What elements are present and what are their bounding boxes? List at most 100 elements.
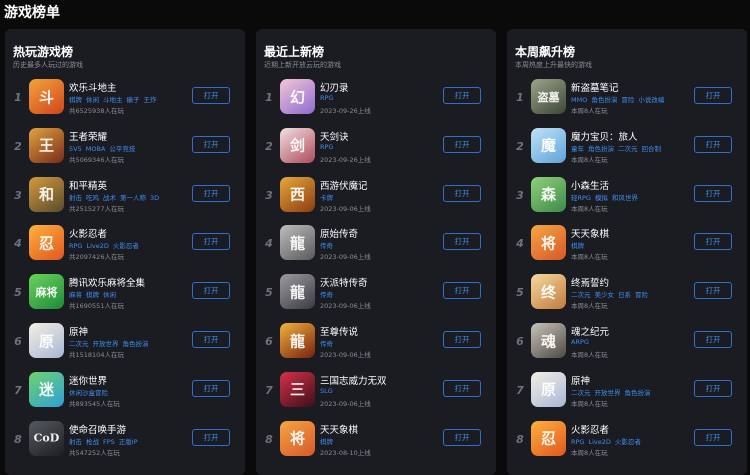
game-name[interactable]: 欢乐斗地主	[69, 80, 117, 94]
game-tags: 二次元 开放世界 角色扮演	[571, 387, 655, 397]
game-name[interactable]: 幻刃录	[320, 80, 349, 94]
open-button[interactable]: 打开	[192, 87, 230, 104]
game-icon[interactable]: 森	[531, 176, 566, 212]
open-button[interactable]: 打开	[694, 184, 732, 202]
open-button[interactable]: 打开	[443, 282, 481, 300]
game-name[interactable]: 小森生活	[571, 178, 609, 192]
game-name[interactable]: 魂之纪元	[571, 324, 609, 338]
game-icon[interactable]: 魔	[531, 127, 566, 163]
game-icon[interactable]: 斗	[29, 79, 64, 114]
game-icon[interactable]: 和	[29, 176, 64, 212]
game-meta: 共1518104人在玩	[69, 351, 124, 359]
open-button[interactable]: 打开	[443, 135, 481, 153]
game-name[interactable]: 使命召唤手游	[69, 422, 126, 436]
game-name[interactable]: 新盗墓笔记	[571, 80, 619, 94]
game-tag: 角色扮演	[591, 96, 618, 104]
game-tag: 冒险	[621, 96, 635, 104]
game-name[interactable]: 原始传奇	[320, 226, 358, 240]
open-button[interactable]: 打开	[694, 135, 732, 153]
icon-glyph: 盗墓	[537, 90, 560, 104]
game-icon[interactable]: 终	[531, 274, 566, 310]
open-button[interactable]: 打开	[694, 331, 732, 348]
icon-glyph: 三	[289, 380, 305, 399]
game-meta: 共893545人在玩	[69, 399, 120, 408]
game-name[interactable]: 腾讯欢乐麻将全集	[69, 275, 145, 289]
game-icon[interactable]: 三	[280, 371, 315, 407]
game-tag: 传奇	[320, 291, 333, 300]
game-name[interactable]: 火影忍者	[571, 422, 609, 436]
game-icon[interactable]: 麻将	[29, 274, 64, 310]
game-icon[interactable]: CoD	[29, 420, 64, 456]
open-button[interactable]: 打开	[443, 428, 481, 446]
open-button[interactable]: 打开	[443, 379, 481, 397]
game-name[interactable]: 原神	[69, 324, 88, 338]
game-icon[interactable]: 魂	[531, 323, 566, 358]
icon-glyph: 和	[38, 185, 54, 204]
game-name[interactable]: 迷你世界	[69, 373, 107, 387]
game-tag: 冒险	[635, 291, 648, 300]
game-name[interactable]: 原神	[571, 373, 590, 387]
open-button[interactable]: 打开	[694, 379, 732, 397]
game-name[interactable]: 天剑诀	[320, 129, 349, 143]
game-row: 8 将 天天象棋 棋牌 2023-08-10上线 打开	[256, 420, 496, 469]
game-icon[interactable]: 将	[531, 225, 566, 261]
open-button[interactable]: 打开	[694, 87, 732, 104]
game-name[interactable]: 天天象棋	[571, 226, 609, 240]
open-button[interactable]: 打开	[443, 87, 481, 104]
game-icon[interactable]: 忍	[29, 225, 64, 261]
open-button[interactable]: 打开	[192, 379, 230, 397]
open-button[interactable]: 打开	[443, 233, 481, 251]
game-icon[interactable]: 原	[531, 371, 566, 407]
rank-number: 3	[14, 188, 22, 202]
open-button[interactable]: 打开	[192, 428, 230, 446]
game-icon[interactable]: 忍	[531, 420, 566, 456]
open-button[interactable]: 打开	[192, 233, 230, 251]
game-tag: SLG	[320, 386, 333, 395]
game-icon[interactable]: 迷	[29, 371, 64, 407]
game-name[interactable]: 沃派特传奇	[320, 275, 368, 289]
open-button[interactable]: 打开	[443, 184, 481, 202]
game-tag: 童年	[571, 144, 584, 153]
game-tag: 回合制	[641, 144, 662, 153]
open-button[interactable]: 打开	[443, 331, 481, 348]
game-name[interactable]: 和平精英	[69, 178, 107, 192]
game-icon[interactable]: 盗墓	[531, 79, 566, 114]
game-tags: 传奇	[320, 240, 337, 250]
game-tags: 棋牌	[571, 240, 588, 250]
game-icon[interactable]: 龍	[280, 274, 315, 310]
game-name[interactable]: 西游伏魔记	[320, 178, 368, 192]
game-tag: 角色扮演	[588, 144, 614, 153]
icon-glyph: 魔	[540, 136, 556, 155]
game-icon[interactable]: 王	[29, 127, 64, 163]
game-name[interactable]: 至尊传说	[320, 324, 358, 338]
game-tag: 二次元	[571, 291, 591, 300]
game-name[interactable]: 王者荣耀	[69, 129, 107, 143]
game-icon[interactable]: 龍	[280, 225, 315, 261]
icon-glyph: 终	[540, 283, 556, 302]
open-button[interactable]: 打开	[192, 282, 230, 300]
game-meta: 2023-09-26上线	[320, 155, 371, 164]
open-button[interactable]: 打开	[694, 233, 732, 251]
rank-number: 5	[265, 286, 273, 300]
game-name[interactable]: 终焉誓约	[571, 275, 609, 289]
game-name[interactable]: 三国志威力无双	[320, 373, 387, 387]
game-tags: RPG Live2D 火影忍者	[571, 436, 645, 446]
game-tags: 射击 枪战 FPS 正版IP	[69, 436, 142, 446]
game-name[interactable]: 魔力宝贝：旅人	[571, 129, 638, 143]
open-button[interactable]: 打开	[192, 135, 230, 153]
game-icon[interactable]: 将	[280, 420, 315, 456]
game-row: 4 将 天天象棋 棋牌 本周8人在玩 打开	[507, 225, 747, 273]
open-button[interactable]: 打开	[694, 282, 732, 300]
game-name[interactable]: 天天象棋	[320, 422, 358, 436]
game-name[interactable]: 火影忍者	[69, 226, 107, 240]
open-button[interactable]: 打开	[192, 331, 230, 348]
game-icon[interactable]: 幻	[280, 79, 315, 114]
game-icon[interactable]: 龍	[280, 323, 315, 358]
open-button[interactable]: 打开	[192, 184, 230, 202]
game-icon[interactable]: 剑	[280, 127, 315, 163]
open-button[interactable]: 打开	[694, 428, 732, 446]
game-tags: RPG	[320, 94, 337, 102]
game-icon[interactable]: 原	[29, 323, 64, 358]
game-icon[interactable]: 西	[280, 176, 315, 212]
game-tag: 癞子	[126, 96, 140, 104]
